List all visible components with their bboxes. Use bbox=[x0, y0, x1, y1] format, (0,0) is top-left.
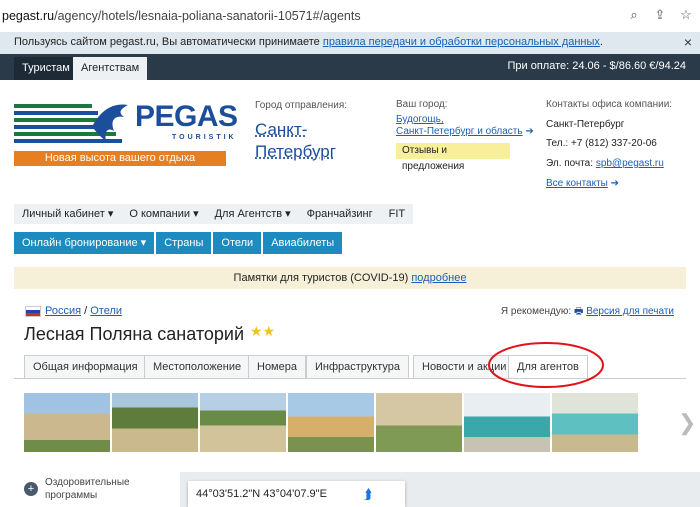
nav-countries[interactable]: Страны bbox=[156, 232, 212, 254]
pegas-logo[interactable]: PEGAS TOURISTIK Новая высота вашего отды… bbox=[14, 97, 238, 167]
print-version-link[interactable]: Версия для печати bbox=[586, 306, 674, 317]
highlight-circle bbox=[488, 342, 604, 388]
notice-details-link[interactable]: подробнее bbox=[411, 272, 466, 284]
hotel-photo[interactable] bbox=[288, 393, 374, 452]
directions-icon[interactable]: ⮭ bbox=[364, 486, 372, 503]
hotel-photo[interactable] bbox=[552, 393, 638, 452]
recommend-block: Я рекомендую: 🖶 Версия для печати bbox=[500, 306, 674, 317]
breadcrumb: Россия / Отели bbox=[25, 305, 122, 317]
departure-city[interactable]: Санкт- Петербург bbox=[255, 119, 336, 163]
page-title: Лесная Поляна санаторий bbox=[24, 324, 245, 344]
arrow-right-icon: ➔ bbox=[610, 178, 620, 189]
cookie-policy-link[interactable]: правила передачи и обработки персональны… bbox=[323, 36, 600, 48]
tab-location[interactable]: Местоположение bbox=[144, 355, 251, 378]
tab-tourists[interactable]: Туристам bbox=[14, 57, 78, 80]
browser-address-bar[interactable]: pegast.ru/agency/hotels/lesnaia-poliana-… bbox=[0, 0, 700, 33]
top-bar: Туристам Агентствам При оплате: 24.06 - … bbox=[0, 54, 700, 80]
arrow-right-icon: ➔ bbox=[525, 126, 534, 137]
secondary-nav: Личный кабинет ▾ О компании ▾ Для Агентств… bbox=[14, 204, 414, 224]
nav-online-booking[interactable]: Онлайн бронирование ▾ bbox=[14, 232, 155, 254]
nav-franchise[interactable]: Франчайзинг bbox=[299, 204, 381, 224]
your-city-link[interactable]: Будогощь, Санкт-Петербург и область ➔ bbox=[396, 114, 534, 138]
nav-about[interactable]: О компании ▾ bbox=[121, 204, 206, 224]
covid-notice: Памятки для туристов (COVID-19) подробне… bbox=[14, 267, 686, 289]
star-icon[interactable]: ☆ bbox=[678, 7, 694, 23]
hotel-photo[interactable] bbox=[464, 393, 550, 452]
breadcrumb-hotels[interactable]: Отели bbox=[90, 305, 122, 317]
hotel-photo[interactable] bbox=[200, 393, 286, 452]
chevron-right-icon[interactable]: ❯ bbox=[678, 410, 696, 436]
tab-infrastructure[interactable]: Инфраструктура bbox=[306, 355, 410, 378]
all-contacts-link[interactable]: Все контакты ➔ bbox=[546, 178, 619, 189]
currency-rate: При оплате: 24.06 - $/86.60 €/94.24 bbox=[507, 60, 687, 72]
tab-rooms[interactable]: Номера bbox=[248, 355, 306, 378]
nav-for-agencies[interactable]: Для Агентств ▾ bbox=[207, 204, 299, 224]
tab-general-info[interactable]: Общая информация bbox=[24, 355, 147, 378]
health-programs-link[interactable]: Оздоровительные программы bbox=[45, 476, 130, 502]
nav-hotels[interactable]: Отели bbox=[213, 232, 262, 254]
your-city-label: Ваш город: bbox=[396, 99, 448, 110]
printer-icon: 🖶 bbox=[573, 306, 584, 317]
breadcrumb-country[interactable]: Россия bbox=[45, 305, 81, 317]
office-city: Санкт-Петербург bbox=[546, 119, 625, 130]
slogan: Новая высота вашего отдыха bbox=[14, 151, 226, 166]
map-coordinates: 44°03'51.2"N 43°04'07.9"E bbox=[196, 488, 327, 500]
contacts-label: Контакты офиса компании: bbox=[546, 99, 673, 110]
hotel-photo[interactable] bbox=[376, 393, 462, 452]
pegasus-icon bbox=[92, 104, 128, 141]
share-icon[interactable]: ⇪ bbox=[652, 7, 668, 23]
close-icon[interactable]: × bbox=[684, 34, 692, 50]
cookie-banner: Пользуясь сайтом pegast.ru, Вы автоматич… bbox=[0, 32, 700, 54]
russia-flag-icon bbox=[25, 305, 41, 317]
nav-flights[interactable]: Авиабилеты bbox=[263, 232, 343, 254]
nav-personal-cabinet[interactable]: Личный кабинет ▾ bbox=[14, 204, 121, 224]
star-rating: ★★ bbox=[250, 323, 276, 339]
feedback-button[interactable]: Отзывы и предложения bbox=[396, 143, 510, 172]
nav-fit[interactable]: FIT bbox=[381, 204, 414, 224]
url-text[interactable]: pegast.ru/agency/hotels/lesnaia-poliana-… bbox=[2, 9, 361, 23]
hotel-photo[interactable] bbox=[24, 393, 110, 452]
office-phone: Тел.: +7 (812) 337-20-06 bbox=[546, 138, 657, 149]
health-icon: + bbox=[24, 482, 38, 496]
map-info-card: 44°03'51.2"N 43°04'07.9"E ⮭ bbox=[188, 481, 405, 507]
email-link[interactable]: spb@pegast.ru bbox=[596, 158, 664, 169]
tab-agents[interactable]: Агентствам bbox=[73, 57, 148, 80]
departure-label: Город отправления: bbox=[255, 100, 348, 111]
hotel-photo[interactable] bbox=[112, 393, 198, 452]
zoom-icon[interactable]: ⌕ bbox=[626, 7, 642, 23]
main-nav: Онлайн бронирование ▾ Страны Отели Авиабиле… bbox=[14, 232, 344, 254]
